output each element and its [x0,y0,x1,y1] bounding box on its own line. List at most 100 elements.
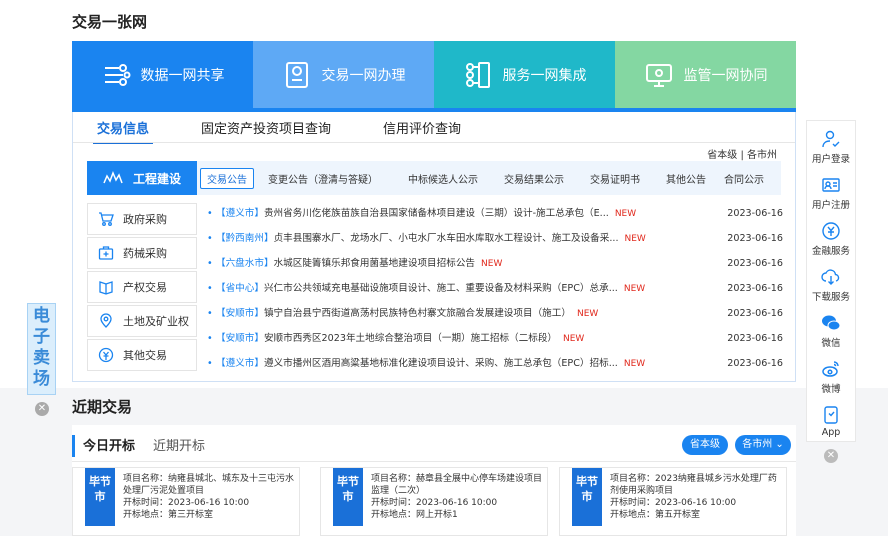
notice-title[interactable]: 水城区陡箐镇乐邦食用菌基地建设项目招标公告 [274,255,475,273]
cart-icon [99,212,114,226]
new-badge: NEW [481,259,503,269]
page-title: 交易一张网 [72,13,148,31]
tabs-divider [73,142,795,143]
opening-card[interactable]: 毕节市 项目名称：2023纳雍县城乡污水处理厂药剂使用采购项目 开标时间：202… [559,467,787,536]
banner-label: 监管一网协同 [683,67,768,84]
menu-item-gov-procurement[interactable]: 政府采购 [87,203,197,235]
notice-title[interactable]: 贞丰县围寨水厂、龙场水厂、小屯水厂水车田水库取水工程设计、施工及设备采... [274,230,619,248]
menu-item-property-rights[interactable]: 产权交易 [87,271,197,303]
side-weibo[interactable]: 微博 [807,359,855,395]
bullet-icon: • [207,233,213,244]
subtab-contract-notice[interactable]: 合同公示 [724,171,764,186]
notice-type-tabs: 交易公告 变更公告（澄清与答疑） 中标候选人公示 交易结果公示 交易证明书 其他… [197,161,781,195]
city-filter-button[interactable]: 各市州 ⌄ [735,435,791,455]
subtab-change-notice[interactable]: 变更公告（澄清与答疑） [268,171,378,186]
main-tabs: 交易信息 固定资产投资项目查询 信用评价查询 [93,116,465,144]
cloud-download-icon [821,269,840,285]
side-user-register[interactable]: 用户注册 [807,175,855,211]
side-label: 用户登录 [811,154,850,165]
opening-details: 项目名称：赫章县全展中心停车场建设项目监理（二次） 开标时间：2023-06-1… [371,473,543,521]
opening-time: 2023-06-16 10:00 [655,498,737,508]
float-close-icon[interactable]: ✕ [35,402,49,416]
side-wechat[interactable]: 微信 [807,313,855,349]
bullet-icon: • [207,208,213,219]
subtab-other-notice[interactable]: 其他公告 [666,171,706,186]
opening-card[interactable]: 毕节市 项目名称：纳雍县城北、城东及十三屯污水处理厂污泥处置项目 开标时间：20… [72,467,300,536]
banner-transaction[interactable]: 交易一网办理 [253,41,434,108]
notice-date: 2023-06-16 [727,208,783,219]
tab-credit-query[interactable]: 信用评价查询 [379,116,465,142]
tab-recent-opening[interactable]: 近期开标 [153,435,205,457]
project-name-label: 项目名称： [123,474,169,484]
notice-title[interactable]: 贵州省务川仡佬族苗族自治县国家储备林项目建设（三期）设计-施工总承包（E... [264,205,609,223]
notice-row[interactable]: • 【六盘水市】 水城区陡箐镇乐邦食用菌基地建设项目招标公告 NEW 2023-06-1… [207,255,783,273]
city-badge: 毕节市 [572,468,602,526]
side-widget-close-icon[interactable]: ✕ [824,449,838,463]
side-finance[interactable]: 金融服务 [807,221,855,257]
notice-row[interactable]: • 【省中心】 兴仁市公共领域充电基础设施项目设计、施工、重要设备及材料采购（EPC… [207,280,783,298]
region-city-link[interactable]: 各市州 [747,150,777,161]
opening-place: 网上开标1 [416,510,458,520]
weibo-icon [822,361,839,377]
notice-row[interactable]: • 【遵义市】 贵州省务川仡佬族苗族自治县国家储备林项目建设（三期）设计-施工总承包… [207,205,783,223]
recent-transactions-panel: 今日开标 近期开标 省本级 各市州 ⌄ 毕节市 项目名称：纳雍县城北、城东及十三… [72,425,796,536]
project-name-label: 项目名称： [610,474,656,484]
notice-region: 【安顺市】 [216,308,264,319]
province-filter-button[interactable]: 省本级 [682,435,728,455]
finance-icon [822,222,840,240]
menu-item-other[interactable]: 其他交易 [87,339,197,371]
app-icon [824,406,838,424]
region-switch: 省本级 | 各市州 [707,146,777,161]
banner-monitor[interactable]: 监管一网协同 [615,41,796,108]
side-label: 下载服务 [811,292,850,303]
transaction-panel: 交易信息 固定资产投资项目查询 信用评价查询 省本级 | 各市州 工程建设 政府… [72,112,796,382]
notice-region: 【黔西南州】 [216,233,274,244]
opening-card[interactable]: 毕节市 项目名称：赫章县全展中心停车场建设项目监理（二次） 开标时间：2023-… [320,467,548,536]
banner-label: 交易一网办理 [321,67,406,84]
side-download[interactable]: 下载服务 [807,267,855,303]
notice-title[interactable]: 安顺市西秀区2023年土地综合整治项目（一期）施工招标（二标段） [264,330,557,348]
user-register-icon [822,178,840,192]
e-mall-float-banner[interactable]: 电子卖场 [27,303,56,395]
subtab-bid-notice[interactable]: 交易公告 [200,167,254,189]
tab-fixed-asset-query[interactable]: 固定资产投资项目查询 [197,116,335,142]
tab-today-opening[interactable]: 今日开标 [72,435,135,457]
new-badge: NEW [576,309,599,319]
subtab-candidate-notice[interactable]: 中标候选人公示 [408,171,478,186]
opening-time: 2023-06-16 10:00 [168,498,250,508]
notice-row[interactable]: • 【遵义市】 遵义市播州区酒用高粱基地标准化建设项目设计、采购、施工总承包（EPC… [207,355,783,373]
menu-item-land-mining[interactable]: 土地及矿业权 [87,305,197,337]
opening-time-label: 开标时间： [371,498,417,508]
menu-item-medical-procurement[interactable]: 药械采购 [87,237,197,269]
tab-transaction-info[interactable]: 交易信息 [93,116,154,144]
notice-row[interactable]: • 【黔西南州】 贞丰县围寨水厂、龙场水厂、小屯水厂水车田水库取水工程设计、施工及设… [207,230,783,248]
banner-data-share[interactable]: 数据一网共享 [72,41,253,108]
transaction-doc-icon [285,61,308,88]
notice-row[interactable]: • 【安顺市】 安顺市西秀区2023年土地综合整治项目（一期）施工招标（二标段） NE… [207,330,783,348]
side-label: 用户注册 [811,200,850,211]
service-integration-icon [465,61,490,88]
subtab-certificate[interactable]: 交易证明书 [590,171,640,186]
menu-item-engineering[interactable]: 工程建设 [87,161,197,195]
menu-item-label: 产权交易 [123,281,167,294]
subtab-result-notice[interactable]: 交易结果公示 [504,171,564,186]
bullet-icon: • [207,308,213,319]
notice-region: 【遵义市】 [216,208,264,219]
notice-row[interactable]: • 【安顺市】 镇宁自治县宁西街道高荡村民族特色村寨文旅融合发展建设项目（施工） NE… [207,305,783,323]
notice-region: 【六盘水市】 [216,258,274,269]
opening-details: 项目名称：2023纳雍县城乡污水处理厂药剂使用采购项目 开标时间：2023-06… [610,473,782,521]
side-label: 金融服务 [811,246,850,257]
recent-tabs: 今日开标 近期开标 [72,435,205,457]
coin-icon [98,347,114,363]
project-name-label: 项目名称： [371,474,417,484]
side-user-login[interactable]: 用户登录 [807,129,855,165]
side-app[interactable]: App [807,405,855,438]
bullet-icon: • [207,258,213,269]
wechat-icon [822,315,841,331]
notice-title[interactable]: 遵义市播州区酒用高粱基地标准化建设项目设计、采购、施工总承包（EPC）招标... [264,355,618,373]
notice-title[interactable]: 镇宁自治县宁西街道高荡村民族特色村寨文旅融合发展建设项目（施工） [264,305,571,323]
region-province-link[interactable]: 省本级 [707,150,737,161]
notice-title[interactable]: 兴仁市公共领域充电基础设施项目设计、施工、重要设备及材料采购（EPC）总承... [264,280,618,298]
banner-service[interactable]: 服务一网集成 [434,41,615,108]
opening-time: 2023-06-16 10:00 [416,498,498,508]
